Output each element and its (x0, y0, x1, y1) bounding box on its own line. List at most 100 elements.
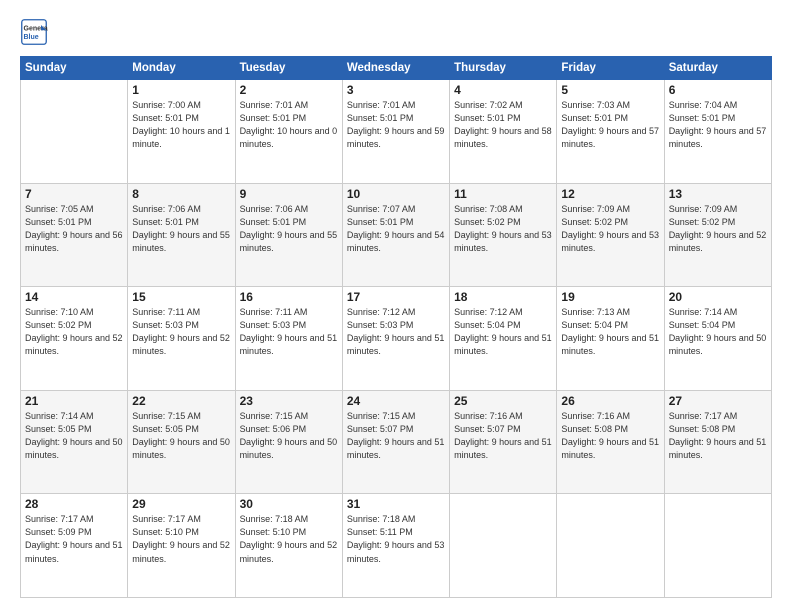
day-info: Sunrise: 7:10 AMSunset: 5:02 PMDaylight:… (25, 306, 123, 358)
day-number: 6 (669, 83, 767, 97)
calendar-cell: 26Sunrise: 7:16 AMSunset: 5:08 PMDayligh… (557, 390, 664, 494)
day-info: Sunrise: 7:15 AMSunset: 5:06 PMDaylight:… (240, 410, 338, 462)
calendar-cell: 23 Sunrise: 7:15 AMSunset: 5:06 PMDayligh… (235, 390, 342, 494)
calendar-cell: 31 Sunrise: 7:18 AMSunset: 5:11 PMDayligh… (342, 494, 449, 598)
day-number: 14 (25, 290, 123, 304)
calendar-cell: 4 Sunrise: 7:02 AMSunset: 5:01 PMDaylight… (450, 80, 557, 184)
day-number: 17 (347, 290, 445, 304)
calendar-cell: 20Sunrise: 7:14 AMSunset: 5:04 PMDayligh… (664, 287, 771, 391)
calendar-cell: 9 Sunrise: 7:06 AMSunset: 5:01 PMDaylight… (235, 183, 342, 287)
day-number: 28 (25, 497, 123, 511)
calendar-cell: 14 Sunrise: 7:10 AMSunset: 5:02 PMDayligh… (21, 287, 128, 391)
day-number: 3 (347, 83, 445, 97)
day-info: Sunrise: 7:14 AMSunset: 5:04 PMDaylight:… (669, 306, 767, 358)
weekday-header-tuesday: Tuesday (235, 57, 342, 80)
day-info: Sunrise: 7:15 AMSunset: 5:07 PMDaylight:… (347, 410, 445, 462)
day-info: Sunrise: 7:09 AMSunset: 5:02 PMDaylight:… (669, 203, 767, 255)
calendar-cell: 19Sunrise: 7:13 AMSunset: 5:04 PMDayligh… (557, 287, 664, 391)
day-number: 4 (454, 83, 552, 97)
calendar-table: SundayMondayTuesdayWednesdayThursdayFrid… (20, 56, 772, 598)
day-info: Sunrise: 7:16 AMSunset: 5:07 PMDaylight:… (454, 410, 552, 462)
day-info: Sunrise: 7:16 AMSunset: 5:08 PMDaylight:… (561, 410, 659, 462)
calendar-cell (557, 494, 664, 598)
logo: General Blue (20, 18, 48, 46)
day-info: Sunrise: 7:05 AMSunset: 5:01 PMDaylight:… (25, 203, 123, 255)
day-info: Sunrise: 7:17 AMSunset: 5:08 PMDaylight:… (669, 410, 767, 462)
svg-text:Blue: Blue (24, 34, 39, 41)
day-number: 11 (454, 187, 552, 201)
week-row-4: 21Sunrise: 7:14 AMSunset: 5:05 PMDayligh… (21, 390, 772, 494)
logo-icon: General Blue (20, 18, 48, 46)
week-row-3: 14 Sunrise: 7:10 AMSunset: 5:02 PMDayligh… (21, 287, 772, 391)
weekday-header-saturday: Saturday (664, 57, 771, 80)
calendar-cell: 12Sunrise: 7:09 AMSunset: 5:02 PMDayligh… (557, 183, 664, 287)
day-info: Sunrise: 7:13 AMSunset: 5:04 PMDaylight:… (561, 306, 659, 358)
day-number: 24 (347, 394, 445, 408)
weekday-header-monday: Monday (128, 57, 235, 80)
weekday-header-thursday: Thursday (450, 57, 557, 80)
day-info: Sunrise: 7:17 AMSunset: 5:09 PMDaylight:… (25, 513, 123, 565)
day-number: 31 (347, 497, 445, 511)
day-info: Sunrise: 7:07 AMSunset: 5:01 PMDaylight:… (347, 203, 445, 255)
day-info: Sunrise: 7:12 AMSunset: 5:04 PMDaylight:… (454, 306, 552, 358)
day-info: Sunrise: 7:12 AMSunset: 5:03 PMDaylight:… (347, 306, 445, 358)
calendar-cell: 7 Sunrise: 7:05 AMSunset: 5:01 PMDaylight… (21, 183, 128, 287)
calendar-cell: 17 Sunrise: 7:12 AMSunset: 5:03 PMDayligh… (342, 287, 449, 391)
day-info: Sunrise: 7:06 AMSunset: 5:01 PMDaylight:… (240, 203, 338, 255)
day-info: Sunrise: 7:18 AMSunset: 5:10 PMDaylight:… (240, 513, 338, 565)
calendar-cell: 24 Sunrise: 7:15 AMSunset: 5:07 PMDayligh… (342, 390, 449, 494)
day-info: Sunrise: 7:01 AMSunset: 5:01 PMDaylight:… (347, 99, 445, 151)
calendar-cell (450, 494, 557, 598)
day-number: 5 (561, 83, 659, 97)
calendar-cell: 10 Sunrise: 7:07 AMSunset: 5:01 PMDayligh… (342, 183, 449, 287)
calendar-cell: 13 Sunrise: 7:09 AMSunset: 5:02 PMDayligh… (664, 183, 771, 287)
day-info: Sunrise: 7:15 AMSunset: 5:05 PMDaylight:… (132, 410, 230, 462)
calendar-cell: 15Sunrise: 7:11 AMSunset: 5:03 PMDayligh… (128, 287, 235, 391)
calendar-cell: 3 Sunrise: 7:01 AMSunset: 5:01 PMDaylight… (342, 80, 449, 184)
calendar-cell: 6 Sunrise: 7:04 AMSunset: 5:01 PMDaylight… (664, 80, 771, 184)
day-number: 25 (454, 394, 552, 408)
day-number: 29 (132, 497, 230, 511)
calendar-cell: 11Sunrise: 7:08 AMSunset: 5:02 PMDayligh… (450, 183, 557, 287)
day-number: 23 (240, 394, 338, 408)
day-number: 18 (454, 290, 552, 304)
calendar-cell: 18 Sunrise: 7:12 AMSunset: 5:04 PMDayligh… (450, 287, 557, 391)
day-number: 22 (132, 394, 230, 408)
day-info: Sunrise: 7:09 AMSunset: 5:02 PMDaylight:… (561, 203, 659, 255)
calendar-cell: 28 Sunrise: 7:17 AMSunset: 5:09 PMDayligh… (21, 494, 128, 598)
day-info: Sunrise: 7:18 AMSunset: 5:11 PMDaylight:… (347, 513, 445, 565)
calendar-cell: 16 Sunrise: 7:11 AMSunset: 5:03 PMDayligh… (235, 287, 342, 391)
calendar-cell: 27 Sunrise: 7:17 AMSunset: 5:08 PMDayligh… (664, 390, 771, 494)
calendar-cell (21, 80, 128, 184)
day-number: 16 (240, 290, 338, 304)
weekday-header-sunday: Sunday (21, 57, 128, 80)
header: General Blue (20, 18, 772, 46)
day-number: 7 (25, 187, 123, 201)
weekday-header-friday: Friday (557, 57, 664, 80)
day-number: 9 (240, 187, 338, 201)
weekday-header-row: SundayMondayTuesdayWednesdayThursdayFrid… (21, 57, 772, 80)
calendar-cell: 25 Sunrise: 7:16 AMSunset: 5:07 PMDayligh… (450, 390, 557, 494)
calendar-cell: 29 Sunrise: 7:17 AMSunset: 5:10 PMDayligh… (128, 494, 235, 598)
calendar-cell (664, 494, 771, 598)
calendar-cell: 2Sunrise: 7:01 AMSunset: 5:01 PMDaylight… (235, 80, 342, 184)
calendar-cell: 22 Sunrise: 7:15 AMSunset: 5:05 PMDayligh… (128, 390, 235, 494)
day-number: 13 (669, 187, 767, 201)
day-info: Sunrise: 7:04 AMSunset: 5:01 PMDaylight:… (669, 99, 767, 151)
day-number: 30 (240, 497, 338, 511)
day-number: 27 (669, 394, 767, 408)
day-info: Sunrise: 7:11 AMSunset: 5:03 PMDaylight:… (240, 306, 338, 358)
day-info: Sunrise: 7:17 AMSunset: 5:10 PMDaylight:… (132, 513, 230, 565)
day-info: Sunrise: 7:11 AMSunset: 5:03 PMDaylight:… (132, 306, 230, 358)
day-number: 10 (347, 187, 445, 201)
day-number: 21 (25, 394, 123, 408)
day-info: Sunrise: 7:00 AMSunset: 5:01 PMDaylight:… (132, 99, 230, 151)
calendar-cell: 8 Sunrise: 7:06 AMSunset: 5:01 PMDaylight… (128, 183, 235, 287)
day-info: Sunrise: 7:02 AMSunset: 5:01 PMDaylight:… (454, 99, 552, 151)
week-row-5: 28 Sunrise: 7:17 AMSunset: 5:09 PMDayligh… (21, 494, 772, 598)
day-info: Sunrise: 7:06 AMSunset: 5:01 PMDaylight:… (132, 203, 230, 255)
day-number: 8 (132, 187, 230, 201)
calendar-page: General Blue SundayMondayTuesdayWednesda… (0, 0, 792, 612)
week-row-1: 1Sunrise: 7:00 AMSunset: 5:01 PMDaylight… (21, 80, 772, 184)
day-info: Sunrise: 7:01 AMSunset: 5:01 PMDaylight:… (240, 99, 338, 151)
